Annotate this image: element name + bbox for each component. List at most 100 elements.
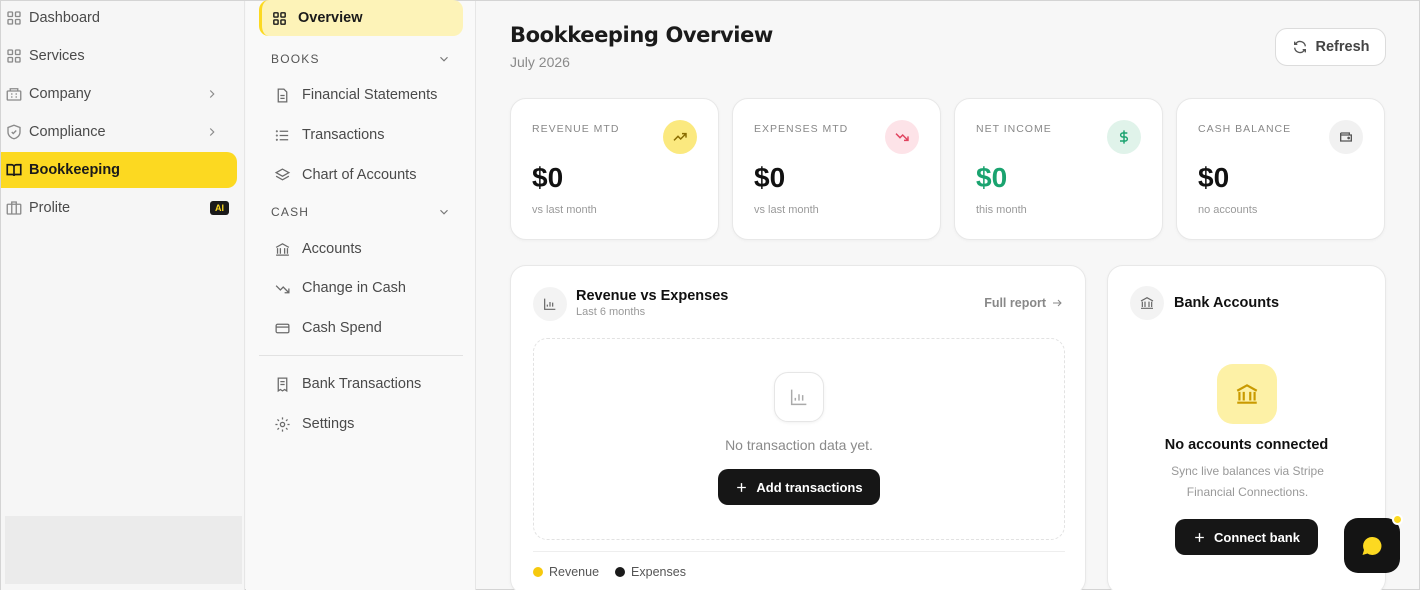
subnav-item-label: Cash Spend	[302, 320, 382, 336]
chevron-right-icon	[209, 128, 215, 136]
list-icon	[275, 129, 289, 141]
trending-up-icon	[673, 132, 687, 141]
stat-card-cash-balance: CASH BALANCE $0 no accounts	[1176, 98, 1385, 240]
legend-item-expenses: Expenses	[615, 565, 686, 579]
subnav-item-label: Transactions	[302, 127, 385, 143]
refresh-label: Refresh	[1315, 39, 1370, 55]
subnav-item-label: Financial Statements	[302, 87, 438, 103]
legend-dot	[533, 567, 543, 577]
chevron-down-icon	[440, 56, 448, 62]
briefcase-icon	[6, 201, 22, 215]
card-title: Bank Accounts	[1174, 295, 1280, 311]
sidebar-item-label: Prolite	[29, 200, 71, 216]
sidebar-item-bookkeeping[interactable]: Bookkeeping	[1, 152, 237, 188]
arrow-right-icon	[1053, 299, 1062, 307]
stat-value: $0	[976, 162, 1008, 193]
plus-icon	[1195, 532, 1204, 542]
card-icon	[1130, 286, 1164, 320]
main-content: Bookkeeping Overview July 2026 Refresh R…	[477, 1, 1419, 590]
stat-label: REVENUE MTD	[532, 123, 620, 135]
stat-hint: vs last month	[532, 204, 597, 216]
revenue-vs-expenses-card: Revenue vs Expenses Last 6 months Full r…	[510, 265, 1086, 590]
ai-badge: AI	[210, 201, 229, 215]
subnav-item-accounts[interactable]: Accounts	[260, 231, 464, 267]
subnav-item-label: Change in Cash	[302, 280, 406, 296]
stat-badge	[663, 120, 697, 154]
empty-title: No accounts connected	[1164, 437, 1329, 453]
period-label: July 2026	[510, 54, 570, 70]
sidebar-item-dashboard[interactable]: Dashboard	[1, 0, 237, 36]
subnav-item-label: Overview	[298, 10, 363, 26]
cash-section-header[interactable]: CASH	[271, 205, 451, 219]
bank-icon	[275, 242, 290, 256]
stat-hint: this month	[976, 204, 1027, 216]
bank-icon	[1236, 384, 1258, 404]
stat-badge	[1329, 120, 1363, 154]
trending-down-icon	[275, 284, 290, 293]
stat-badge	[885, 120, 919, 154]
sidebar-item-company[interactable]: Company	[1, 76, 237, 112]
subnav-item-bank-transactions[interactable]: Bank Transactions	[260, 366, 464, 402]
add-transactions-button[interactable]: Add transactions	[718, 469, 880, 505]
connect-bank-button[interactable]: Connect bank	[1175, 519, 1318, 555]
refresh-button[interactable]: Refresh	[1275, 28, 1386, 66]
grid-icon	[7, 11, 21, 25]
chat-bubble-icon	[1362, 536, 1382, 555]
sidebar-item-label: Services	[29, 48, 85, 64]
chat-widget-button[interactable]	[1344, 518, 1400, 573]
button-label: Add transactions	[756, 479, 863, 495]
grid-icon	[273, 11, 286, 25]
bar-chart-icon	[790, 389, 807, 406]
subnav-item-financial-statements[interactable]: Financial Statements	[260, 77, 464, 113]
chevron-down-icon	[440, 209, 448, 215]
card-icon	[533, 287, 567, 321]
stat-label: EXPENSES MTD	[754, 123, 849, 135]
stat-card-expenses: EXPENSES MTD $0 vs last month	[732, 98, 941, 240]
empty-text: No transaction data yet.	[725, 437, 873, 453]
shield-icon	[7, 124, 21, 140]
subnav-item-label: Bank Transactions	[302, 376, 422, 392]
dollar-icon	[1119, 130, 1129, 144]
subnav-item-chart-of-accounts[interactable]: Chart of Accounts	[260, 157, 464, 193]
stat-label: NET INCOME	[976, 123, 1052, 135]
page-title: Bookkeeping Overview	[510, 23, 773, 47]
legend-divider	[533, 551, 1065, 552]
subnav-item-label: Accounts	[302, 241, 362, 257]
books-section-header[interactable]: BOOKS	[271, 52, 451, 66]
credit-card-icon	[275, 323, 290, 333]
subnav-item-change-in-cash[interactable]: Change in Cash	[260, 270, 464, 306]
subnav-item-transactions[interactable]: Transactions	[260, 117, 464, 153]
empty-icon	[774, 372, 824, 422]
sidebar-item-label: Dashboard	[29, 10, 100, 26]
receipt-icon	[277, 376, 288, 392]
subnav-item-overview[interactable]: Overview	[259, 0, 463, 36]
layers-icon	[274, 167, 291, 180]
full-report-link[interactable]: Full report	[984, 296, 1063, 310]
stat-value: $0	[532, 162, 564, 193]
section-heading: BOOKS	[271, 52, 320, 66]
bookkeeping-subnav: Overview BOOKS Financial Statements Tran…	[246, 0, 476, 590]
stat-badge	[1107, 120, 1141, 154]
sidebar-item-label: Compliance	[29, 124, 106, 140]
trending-down-icon	[895, 133, 909, 142]
sidebar-item-prolite[interactable]: Prolite AI	[1, 190, 237, 226]
stat-label: CASH BALANCE	[1198, 123, 1292, 135]
chart-empty-state: No transaction data yet. Add transaction…	[533, 338, 1065, 540]
building-icon	[6, 88, 22, 101]
subnav-item-cash-spend[interactable]: Cash Spend	[260, 310, 464, 346]
card-subtitle: Last 6 months	[576, 306, 646, 318]
subnav-divider	[259, 355, 463, 356]
full-report-label: Full report	[984, 296, 1046, 310]
book-icon	[6, 163, 22, 177]
subnav-item-label: Settings	[302, 416, 355, 432]
sidebar-item-compliance[interactable]: Compliance	[1, 114, 237, 150]
document-icon	[277, 87, 288, 103]
notification-dot	[1392, 514, 1403, 525]
wallet-icon	[1340, 132, 1352, 142]
user-profile-area[interactable]	[5, 516, 242, 584]
legend-dot	[615, 567, 626, 577]
subnav-item-settings[interactable]: Settings	[260, 406, 464, 442]
sidebar-item-services[interactable]: Services	[1, 38, 237, 74]
legend-label: Expenses	[631, 565, 686, 579]
gear-icon	[275, 416, 290, 432]
